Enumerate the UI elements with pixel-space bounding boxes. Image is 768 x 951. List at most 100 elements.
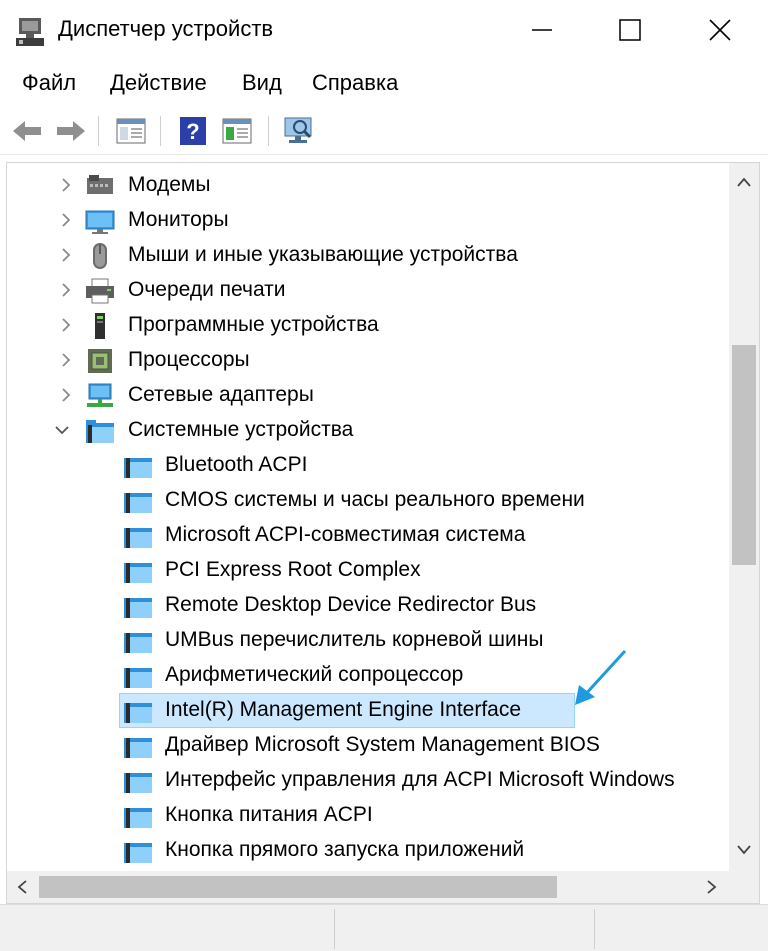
tree-item-label: Процессоры <box>128 348 250 371</box>
minimize-button[interactable] <box>512 8 572 52</box>
show-hide-tree-button[interactable] <box>114 114 148 148</box>
monitor-icon <box>85 210 115 234</box>
status-divider <box>334 909 335 949</box>
menu-action[interactable]: Действие <box>110 70 207 96</box>
system-device-icon <box>124 493 152 513</box>
help-button[interactable]: ? <box>176 114 210 148</box>
annotation-arrow-icon <box>575 649 627 705</box>
tree-item-modems[interactable]: Модемы <box>7 168 729 203</box>
chevron-right-icon[interactable] <box>57 316 75 334</box>
tree-item-label: Remote Desktop Device Redirector Bus <box>165 593 537 616</box>
vertical-scroll-thumb[interactable] <box>732 345 756 565</box>
tree-item-label: PCI Express Root Complex <box>165 558 421 581</box>
system-device-icon <box>124 738 152 758</box>
chevron-down-icon[interactable] <box>53 421 71 439</box>
chevron-right-icon[interactable] <box>57 351 75 369</box>
tree-item-label: Системные устройства <box>128 418 354 441</box>
maximize-icon <box>619 19 641 41</box>
chevron-right-icon[interactable] <box>57 211 75 229</box>
forward-icon <box>57 121 85 141</box>
chevron-right-icon[interactable] <box>57 281 75 299</box>
status-divider <box>594 909 595 949</box>
tree-item-network-adapters[interactable]: Сетевые адаптеры <box>7 378 729 413</box>
modem-icon <box>87 175 113 194</box>
scroll-left-icon[interactable] <box>17 880 27 894</box>
tree-item-label: Сетевые адаптеры <box>128 383 314 406</box>
toolbar-separator <box>268 116 269 146</box>
device-tree-panel: Модемы Мониторы Мыши и иные указывающие … <box>6 162 760 904</box>
tree-item-device[interactable]: Интерфейс управления для ACPI Microsoft … <box>7 763 729 798</box>
close-icon <box>709 19 731 41</box>
system-device-icon <box>124 563 152 583</box>
menu-file[interactable]: Файл <box>22 70 76 96</box>
tree-item-device[interactable]: Драйвер Microsoft System Management BIOS <box>7 728 729 763</box>
tree-item-label: Microsoft ACPI-совместимая система <box>165 523 526 546</box>
maximize-button[interactable] <box>600 8 660 52</box>
tree-item-label: Арифметический сопроцессор <box>165 663 464 686</box>
tree-item-device[interactable]: Кнопка прямого запуска приложений <box>7 833 729 868</box>
system-folder-icon <box>86 420 114 443</box>
device-tree: Модемы Мониторы Мыши и иные указывающие … <box>7 163 729 871</box>
processor-icon <box>88 349 112 373</box>
chevron-right-icon[interactable] <box>57 176 75 194</box>
system-device-icon <box>124 668 152 688</box>
show-hide-tree-icon <box>116 118 146 144</box>
system-device-icon <box>124 703 152 723</box>
toolbar: ? <box>0 104 768 155</box>
tree-item-software-devices[interactable]: Программные устройства <box>7 308 729 343</box>
scroll-down-icon[interactable] <box>737 845 751 855</box>
system-device-icon <box>124 633 152 653</box>
tree-item-device[interactable]: PCI Express Root Complex <box>7 553 729 588</box>
system-device-icon <box>124 808 152 828</box>
tree-item-label: Мониторы <box>128 208 229 231</box>
scroll-up-icon[interactable] <box>737 177 751 187</box>
menu-view[interactable]: Вид <box>242 70 282 96</box>
vertical-scrollbar[interactable] <box>729 163 759 871</box>
horizontal-scroll-thumb[interactable] <box>39 876 557 898</box>
toolbar-separator <box>160 116 161 146</box>
tree-item-label: Мыши и иные указывающие устройства <box>128 243 518 266</box>
system-device-icon <box>124 773 152 793</box>
tree-item-device[interactable]: Remote Desktop Device Redirector Bus <box>7 588 729 623</box>
tree-item-device[interactable]: Кнопка питания ACPI <box>7 798 729 833</box>
status-bar <box>0 904 768 951</box>
tree-item-label: Программные устройства <box>128 313 379 336</box>
tree-item-device[interactable]: Bluetooth ACPI <box>7 448 729 483</box>
scroll-right-icon[interactable] <box>707 880 717 894</box>
tree-item-processors[interactable]: Процессоры <box>7 343 729 378</box>
tree-item-label: Интерфейс управления для ACPI Microsoft … <box>165 768 675 791</box>
tree-item-label: Модемы <box>128 173 211 196</box>
forward-button[interactable] <box>54 114 88 148</box>
system-device-icon <box>124 598 152 618</box>
close-button[interactable] <box>690 8 750 52</box>
horizontal-scrollbar[interactable] <box>7 871 729 903</box>
scan-hardware-icon <box>284 117 312 143</box>
mouse-icon <box>93 243 107 269</box>
tree-item-label: Очереди печати <box>128 278 286 301</box>
system-device-icon <box>124 528 152 548</box>
chevron-right-icon[interactable] <box>57 246 75 264</box>
tree-item-label: CMOS системы и часы реального времени <box>165 488 585 511</box>
printer-icon <box>86 278 114 304</box>
tree-item-device[interactable]: CMOS системы и часы реального времени <box>7 483 729 518</box>
scrollbar-corner <box>729 871 759 903</box>
tree-item-label: UMBus перечислитель корневой шины <box>165 628 544 651</box>
tree-item-label: Кнопка питания ACPI <box>165 803 373 826</box>
back-button[interactable] <box>10 114 44 148</box>
tree-item-monitors[interactable]: Мониторы <box>7 203 729 238</box>
software-device-icon <box>95 313 105 339</box>
menu-help[interactable]: Справка <box>312 70 398 96</box>
properties-button[interactable] <box>220 114 254 148</box>
scan-hardware-button[interactable] <box>282 114 316 148</box>
properties-icon <box>222 118 252 144</box>
tree-item-label: Bluetooth ACPI <box>165 453 308 476</box>
tree-item-label: Intel(R) Management Engine Interface <box>165 698 522 721</box>
tree-item-mice[interactable]: Мыши и иные указывающие устройства <box>7 238 729 273</box>
tree-item-label: Драйвер Microsoft System Management BIOS <box>165 733 600 756</box>
chevron-right-icon[interactable] <box>57 386 75 404</box>
tree-item-print-queues[interactable]: Очереди печати <box>7 273 729 308</box>
tree-item-device[interactable]: Microsoft ACPI-совместимая система <box>7 518 729 553</box>
menu-bar: Файл Действие Вид Справка <box>0 60 768 104</box>
title-bar: Диспетчер устройств <box>0 0 768 60</box>
tree-item-system-devices[interactable]: Системные устройства <box>7 413 729 448</box>
